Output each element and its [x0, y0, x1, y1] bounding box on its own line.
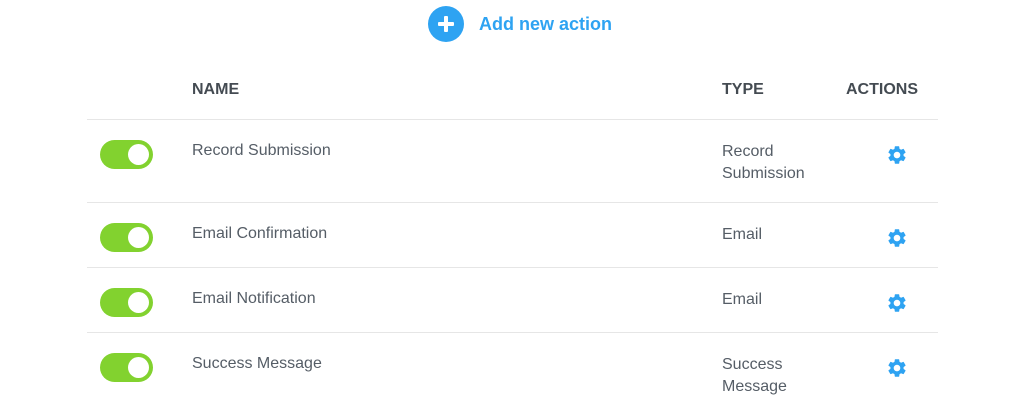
action-name: Success Message [192, 355, 322, 372]
enable-toggle[interactable] [100, 353, 153, 382]
actions-table: NAME TYPE ACTIONS Record Submission Reco… [87, 72, 938, 415]
toggle-knob [128, 357, 149, 378]
toggle-knob [128, 144, 149, 165]
table-row: Success Message Success Message [87, 333, 938, 415]
toggle-knob [128, 227, 149, 248]
plus-icon [428, 6, 464, 42]
gear-icon[interactable] [886, 357, 908, 379]
table-row: Record Submission Record Submission [87, 120, 938, 203]
enable-toggle[interactable] [100, 140, 153, 169]
gear-icon[interactable] [886, 144, 908, 166]
table-row: Email Confirmation Email [87, 203, 938, 268]
add-new-action-label: Add new action [479, 13, 613, 34]
action-type: Record Submission [722, 143, 805, 182]
add-new-action-button[interactable]: Add new action [428, 6, 612, 42]
action-name: Record Submission [192, 142, 331, 159]
action-name: Email Notification [192, 290, 316, 307]
gear-icon[interactable] [886, 227, 908, 249]
table-row: Email Notification Email [87, 268, 938, 333]
toggle-knob [128, 292, 149, 313]
column-header-actions: ACTIONS [846, 81, 918, 98]
action-name: Email Confirmation [192, 225, 328, 242]
action-type: Email [722, 226, 763, 243]
action-type: Success Message [722, 356, 787, 395]
enable-toggle[interactable] [100, 223, 153, 252]
table-header: NAME TYPE ACTIONS [87, 72, 938, 120]
enable-toggle[interactable] [100, 288, 153, 317]
gear-icon[interactable] [886, 292, 908, 314]
column-header-name: NAME [192, 81, 240, 98]
action-type: Email [722, 291, 763, 308]
column-header-type: TYPE [722, 81, 764, 98]
